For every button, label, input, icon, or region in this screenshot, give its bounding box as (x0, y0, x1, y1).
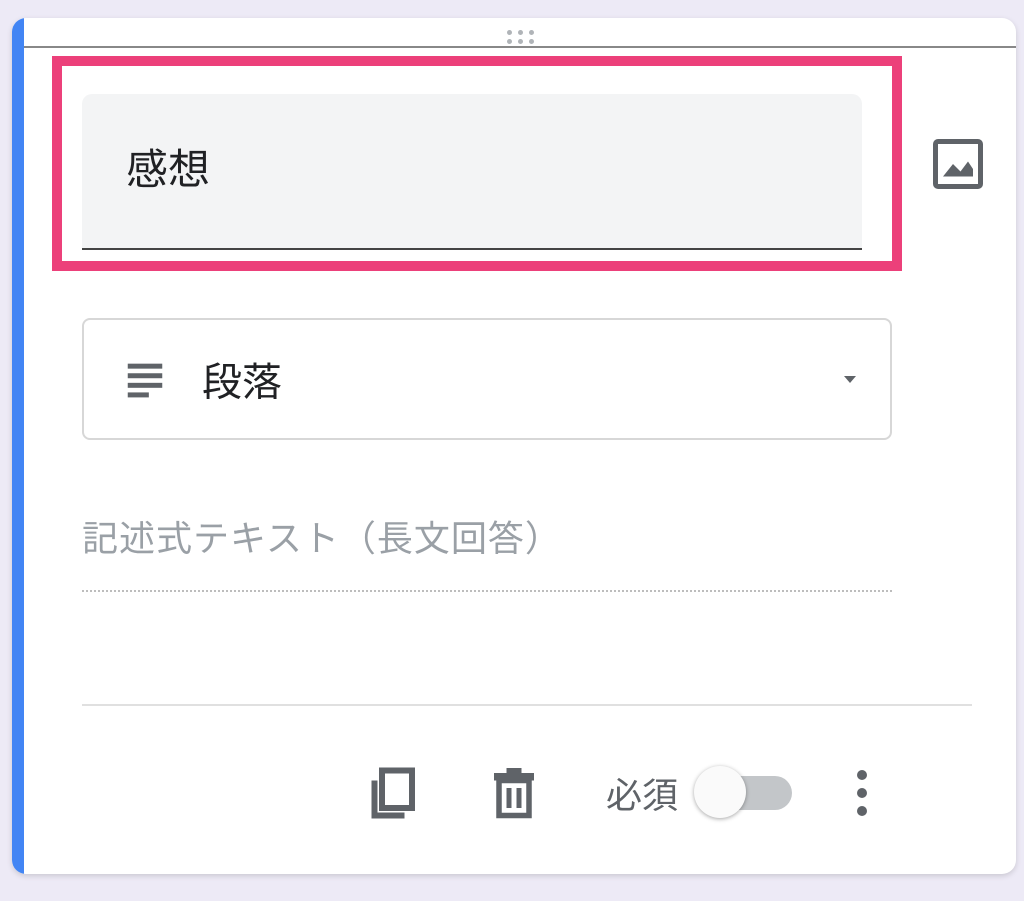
image-icon (928, 134, 988, 194)
page-background: 段落 記述式テキスト（長文回答） (0, 0, 1024, 901)
paragraph-icon (122, 356, 168, 402)
question-card[interactable]: 段落 記述式テキスト（長文回答） (12, 18, 1016, 874)
toggle-knob (694, 766, 746, 818)
more-vert-icon (857, 770, 867, 780)
required-toggle[interactable] (698, 776, 792, 810)
duplicate-button[interactable] (362, 763, 422, 823)
add-image-button[interactable] (928, 134, 988, 194)
drag-handle-icon[interactable] (503, 30, 537, 44)
more-options-button[interactable] (838, 765, 886, 821)
question-title-field[interactable] (82, 94, 862, 250)
card-footer: 必須 (12, 738, 1016, 848)
delete-button[interactable] (484, 763, 544, 823)
question-title-input[interactable] (82, 94, 862, 250)
footer-divider (82, 704, 972, 706)
question-type-label: 段落 (202, 350, 838, 408)
answer-placeholder: 記述式テキスト（長文回答） (82, 510, 892, 592)
trash-icon (484, 763, 544, 823)
required-label: 必須 (606, 767, 678, 819)
question-type-selector[interactable]: 段落 (82, 318, 892, 440)
card-topbar (24, 18, 1016, 48)
copy-icon (362, 763, 422, 823)
caret-down-icon (838, 367, 862, 391)
